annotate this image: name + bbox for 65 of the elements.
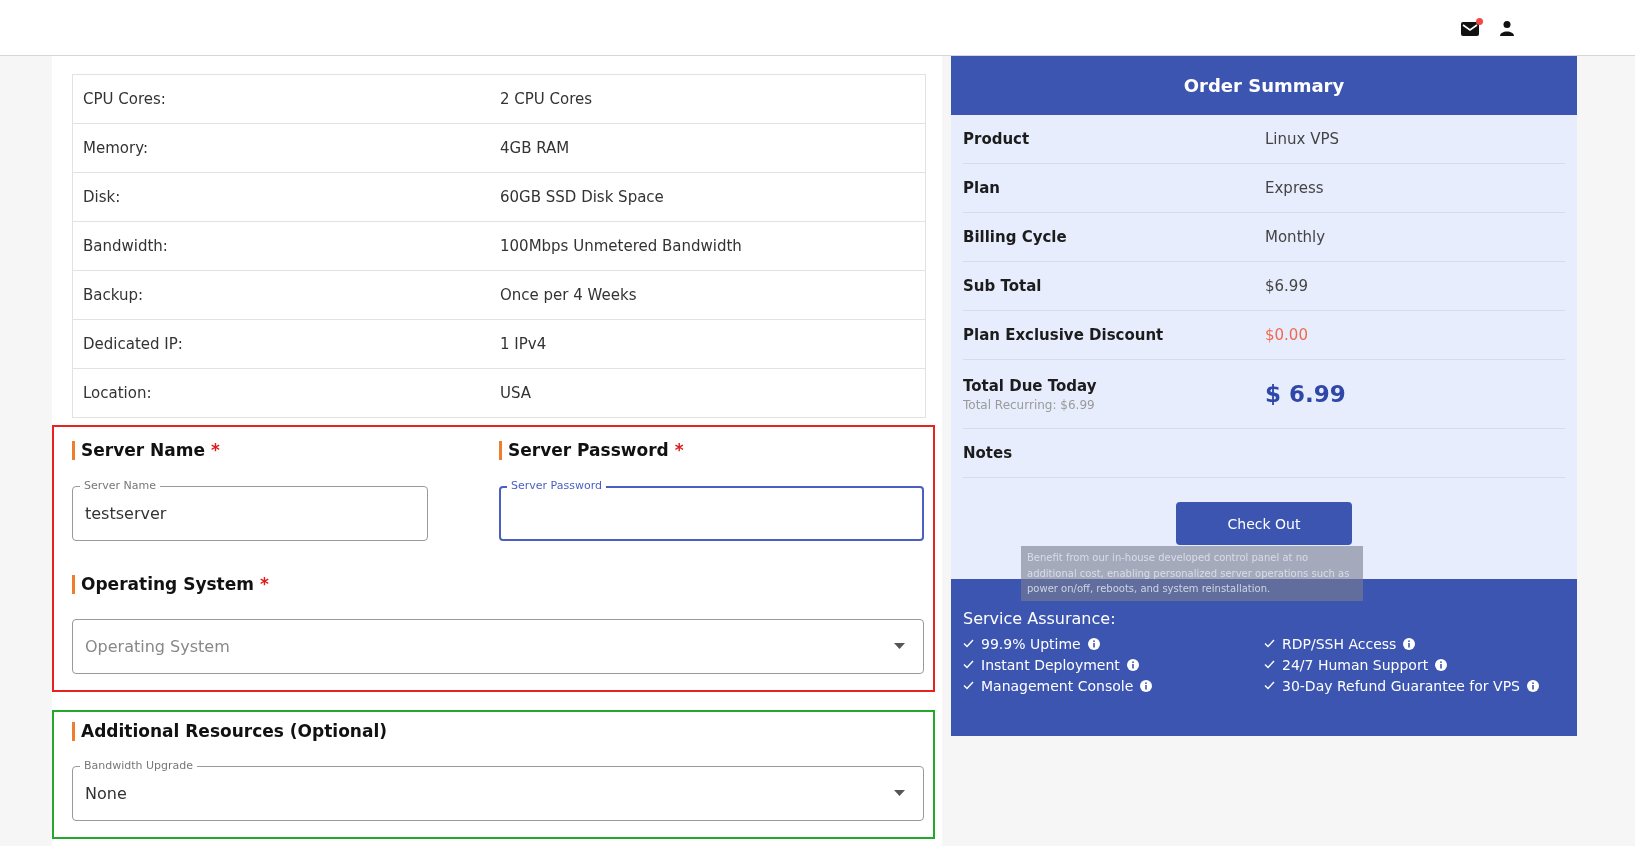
- section-heading: Server Password: [508, 440, 669, 460]
- summary-label: Sub Total: [963, 277, 1043, 295]
- section-heading: Additional Resources (Optional): [81, 721, 388, 741]
- heading-bar: [72, 721, 75, 741]
- check-icon: [1264, 639, 1275, 648]
- caret-icon: [894, 643, 905, 649]
- section-heading: Server Name: [81, 440, 205, 460]
- spec-value: 1 IPv4: [500, 335, 548, 353]
- info-icon[interactable]: [1403, 637, 1416, 650]
- spec-value: Once per 4 Weeks: [500, 286, 638, 304]
- summary-value: Express: [1265, 179, 1325, 197]
- checkout-button[interactable]: Check Out: [1176, 502, 1352, 545]
- check-icon: [1264, 681, 1275, 690]
- summary-sublabel: Total Recurring: $6.99: [963, 397, 1096, 412]
- summary-value: $6.99: [1265, 277, 1309, 295]
- summary-value: Linux VPS: [1265, 130, 1340, 148]
- check-icon: [963, 681, 974, 690]
- summary-title: Order Summary: [951, 56, 1577, 115]
- summary-label: Product: [963, 130, 1031, 148]
- spec-label: Disk:: [82, 188, 122, 206]
- summary-value: $ 6.99: [1265, 381, 1347, 407]
- check-icon: [1264, 660, 1275, 669]
- assurance-title: Service Assurance:: [963, 609, 1116, 628]
- summary-label: Total Due Today: [963, 376, 1098, 395]
- heading-bar: [72, 440, 75, 460]
- summary-label: Billing Cycle: [963, 228, 1068, 246]
- info-icon[interactable]: [1526, 679, 1539, 692]
- spec-label: Backup:: [82, 286, 145, 304]
- required-mark: *: [259, 574, 269, 594]
- spec-value: 60GB SSD Disk Space: [500, 188, 665, 206]
- field-label: Bandwidth Upgrade: [80, 759, 198, 773]
- assurance-item: Management Console: [981, 677, 1134, 694]
- check-icon: [963, 660, 974, 669]
- summary-value: Monthly: [1265, 228, 1327, 246]
- user-icon[interactable]: [1499, 19, 1515, 36]
- assurance-item: Instant Deployment: [981, 656, 1120, 673]
- mail-icon[interactable]: [1461, 21, 1479, 36]
- spec-label: CPU Cores:: [82, 90, 167, 108]
- section-heading: Operating System: [81, 574, 254, 594]
- assurance-item: 99.9% Uptime: [981, 635, 1081, 652]
- spec-value: 4GB RAM: [500, 139, 571, 157]
- caret-icon: [894, 790, 905, 796]
- assurance-item: 24/7 Human Support: [1282, 656, 1429, 673]
- summary-label: Plan Exclusive Discount: [963, 326, 1165, 344]
- required-mark: *: [674, 440, 684, 460]
- spec-label: Location:: [82, 384, 153, 402]
- required-mark: *: [211, 440, 220, 460]
- summary-label: Notes: [963, 444, 1014, 462]
- spec-value: 2 CPU Cores: [500, 90, 594, 108]
- info-icon[interactable]: [1435, 658, 1448, 671]
- spec-value: 100Mbps Unmetered Bandwidth: [500, 237, 743, 255]
- summary-value: $0.00: [1265, 326, 1309, 344]
- spec-label: Memory:: [82, 139, 149, 157]
- heading-bar: [72, 574, 75, 594]
- spec-label: Dedicated IP:: [82, 335, 184, 353]
- heading-bar: [499, 440, 502, 460]
- summary-label: Plan: [963, 179, 1001, 197]
- check-icon: [963, 639, 974, 648]
- assurance-item: 30-Day Refund Guarantee for VPS: [1282, 677, 1520, 694]
- spec-label: Bandwidth:: [82, 237, 169, 255]
- spec-value: USA: [500, 384, 533, 402]
- info-icon[interactable]: [1087, 637, 1100, 650]
- info-icon[interactable]: [1140, 679, 1153, 692]
- assurance-item: RDP/SSH Access: [1282, 635, 1397, 652]
- info-icon[interactable]: [1126, 658, 1139, 671]
